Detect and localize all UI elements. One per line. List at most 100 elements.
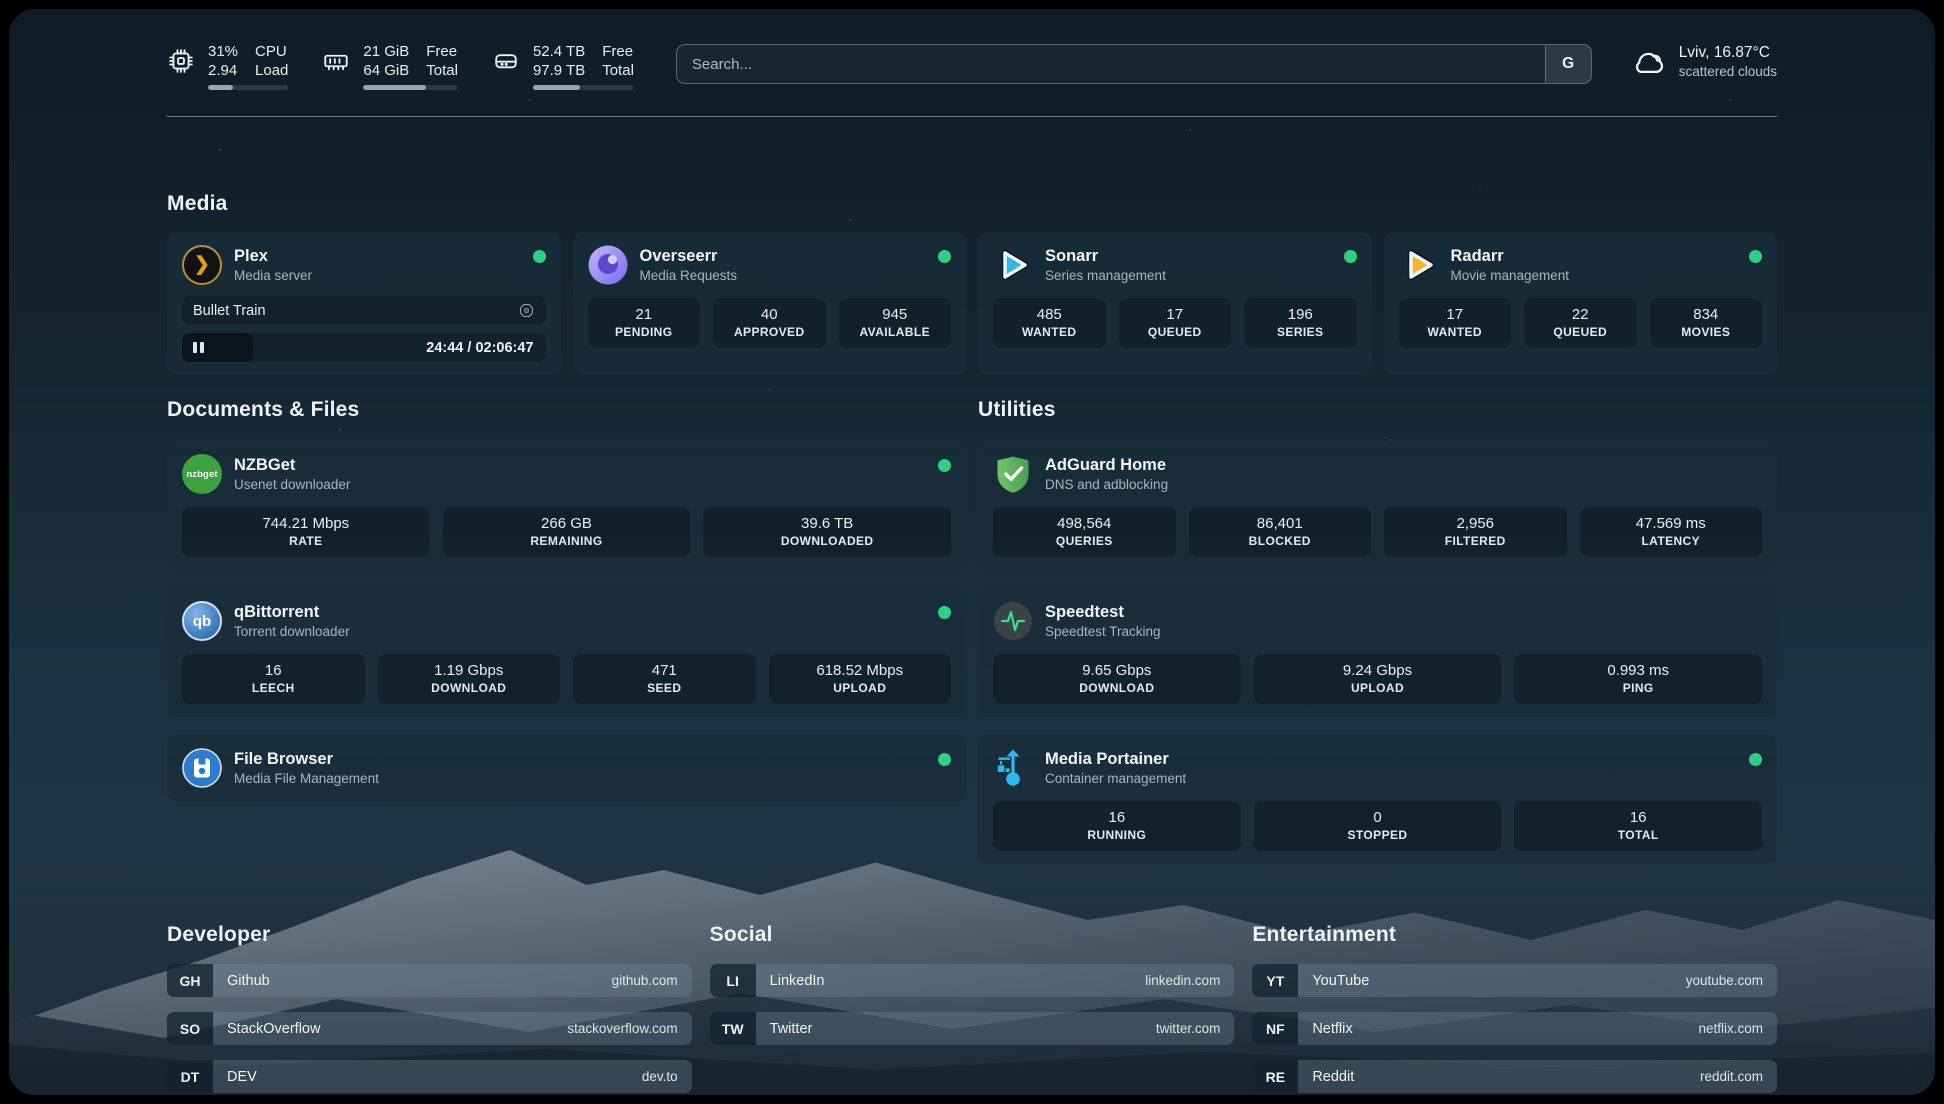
system-stats: 31% 2.94 CPU Load	[167, 42, 634, 90]
status-dot	[1749, 250, 1762, 263]
stat-ping: 0.993 msPING	[1514, 654, 1762, 704]
link-name: Twitter	[770, 1021, 813, 1037]
service-title: NZBGet	[234, 455, 350, 476]
media-type-icon	[518, 302, 535, 319]
status-dot	[938, 606, 951, 619]
stat-filtered: 2,956FILTERED	[1384, 507, 1567, 557]
service-title: qBittorrent	[234, 602, 350, 623]
stat-queued: 22QUEUED	[1524, 298, 1637, 348]
link-dev[interactable]: DT DEVdev.to	[167, 1060, 692, 1093]
service-subtitle: Torrent downloader	[234, 623, 350, 640]
service-subtitle: Media File Management	[234, 770, 379, 787]
status-dot	[938, 459, 951, 472]
portainer-card[interactable]: Media Portainer Container management 16R…	[978, 735, 1777, 864]
stat-queries: 498,564QUERIES	[993, 507, 1176, 557]
section-title-utilities: Utilities	[978, 397, 1777, 423]
disk-free-label: Free	[602, 42, 634, 61]
qbittorrent-card[interactable]: qb qBittorrent Torrent downloader 16LEEC…	[167, 588, 966, 717]
stat-pending: 21PENDING	[588, 298, 701, 348]
link-url: reddit.com	[1700, 1069, 1763, 1084]
radarr-logo-icon	[1399, 245, 1439, 285]
ram-icon	[322, 47, 350, 75]
section-title-developer: Developer	[167, 922, 692, 948]
link-twitter[interactable]: TW Twittertwitter.com	[710, 1012, 1235, 1045]
stat-downloaded: 39.6 TBDOWNLOADED	[703, 507, 951, 557]
memory-total-value: 64 GiB	[363, 61, 409, 80]
memory-progress-bar	[363, 85, 458, 90]
status-dot	[1344, 250, 1357, 263]
speedtest-card[interactable]: Speedtest Speedtest Tracking 9.65 GbpsDO…	[978, 588, 1777, 717]
utilities-column: Utilities AdGuard Home	[978, 397, 1777, 864]
plex-card[interactable]: ❯ Plex Media server Bullet Train	[167, 232, 561, 375]
link-youtube[interactable]: YT YouTubeyoutube.com	[1252, 964, 1777, 997]
search-bar: G	[676, 44, 1592, 84]
disk-free-value: 52.4 TB	[533, 42, 585, 61]
portainer-logo-icon	[993, 748, 1033, 788]
now-playing-row: Bullet Train	[182, 296, 546, 325]
nzbget-card[interactable]: nzbget NZBGet Usenet downloader 744.21 M…	[167, 441, 966, 570]
stat-seed: 471SEED	[573, 654, 756, 704]
link-url: youtube.com	[1686, 973, 1763, 988]
qbittorrent-logo-icon: qb	[182, 601, 222, 641]
adguard-card[interactable]: AdGuard Home DNS and adblocking 498,564Q…	[978, 441, 1777, 570]
link-url: netflix.com	[1698, 1021, 1763, 1036]
link-url: stackoverflow.com	[567, 1021, 677, 1036]
stat-wanted: 17WANTED	[1399, 298, 1512, 348]
stat-latency: 47.569 msLATENCY	[1580, 507, 1763, 557]
service-title: Overseerr	[640, 246, 738, 267]
link-name: YouTube	[1312, 973, 1369, 989]
nzbget-logo-icon: nzbget	[182, 454, 222, 494]
link-name: Netflix	[1312, 1021, 1352, 1037]
cpu-icon	[167, 47, 195, 75]
sonarr-card[interactable]: Sonarr Series management 485WANTED 17QUE…	[978, 232, 1372, 375]
link-reddit[interactable]: RE Redditreddit.com	[1252, 1060, 1777, 1093]
filebrowser-logo-icon	[182, 748, 222, 788]
service-title: Speedtest	[1045, 602, 1161, 623]
google-search-button[interactable]: G	[1545, 45, 1591, 83]
disk-progress-bar	[533, 85, 634, 90]
service-title: Radarr	[1451, 246, 1570, 267]
stat-queued: 17QUEUED	[1119, 298, 1232, 348]
link-name: LinkedIn	[770, 973, 825, 989]
service-title: Plex	[234, 246, 312, 267]
search-input[interactable]	[677, 45, 1545, 83]
overseerr-card[interactable]: Overseerr Media Requests 21PENDING 40APP…	[573, 232, 967, 375]
radarr-card[interactable]: Radarr Movie management 17WANTED 22QUEUE…	[1384, 232, 1778, 375]
status-dot	[533, 250, 546, 263]
disk-stat: 52.4 TB 97.9 TB Free Total	[492, 42, 634, 90]
link-url: linkedin.com	[1145, 973, 1220, 988]
cpu-stat: 31% 2.94 CPU Load	[167, 42, 288, 90]
pause-button[interactable]	[193, 342, 204, 353]
stat-upload: 618.52 MbpsUPLOAD	[769, 654, 952, 704]
link-linkedin[interactable]: LI LinkedInlinkedin.com	[710, 964, 1235, 997]
playback-progress-bar: 24:44 / 02:06:47	[182, 333, 546, 362]
disk-total-value: 97.9 TB	[533, 61, 585, 80]
service-subtitle: Container management	[1045, 770, 1186, 787]
stat-running: 16RUNNING	[993, 801, 1241, 851]
weather-widget[interactable]: Lviv, 16.87°C scattered clouds	[1630, 43, 1777, 80]
speedtest-logo-icon	[993, 601, 1033, 641]
stat-leech: 16LEECH	[182, 654, 365, 704]
top-bar: 31% 2.94 CPU Load	[167, 42, 1777, 90]
section-title-entertainment: Entertainment	[1252, 922, 1777, 948]
cpu-usage-label: CPU	[255, 42, 288, 61]
memory-free-label: Free	[426, 42, 458, 61]
stat-stopped: 0STOPPED	[1254, 801, 1502, 851]
service-subtitle: Series management	[1045, 267, 1166, 284]
link-url: github.com	[612, 973, 678, 988]
link-name: Reddit	[1312, 1069, 1354, 1085]
entertainment-links: Entertainment YT YouTubeyoutube.com NF N…	[1252, 922, 1777, 1095]
playback-time: 24:44 / 02:06:47	[426, 340, 533, 356]
service-subtitle: Speedtest Tracking	[1045, 623, 1161, 640]
link-netflix[interactable]: NF Netflixnetflix.com	[1252, 1012, 1777, 1045]
cpu-load-label: Load	[255, 61, 288, 80]
developer-links: Developer GH Githubgithub.com SO StackOv…	[167, 922, 692, 1095]
service-subtitle: Media server	[234, 267, 312, 284]
stat-upload: 9.24 GbpsUPLOAD	[1254, 654, 1502, 704]
stat-approved: 40APPROVED	[713, 298, 826, 348]
link-github[interactable]: GH Githubgithub.com	[167, 964, 692, 997]
link-stackoverflow[interactable]: SO StackOverflowstackoverflow.com	[167, 1012, 692, 1045]
status-dot	[938, 753, 951, 766]
filebrowser-card[interactable]: File Browser Media File Management	[167, 735, 966, 801]
service-title: Sonarr	[1045, 246, 1166, 267]
